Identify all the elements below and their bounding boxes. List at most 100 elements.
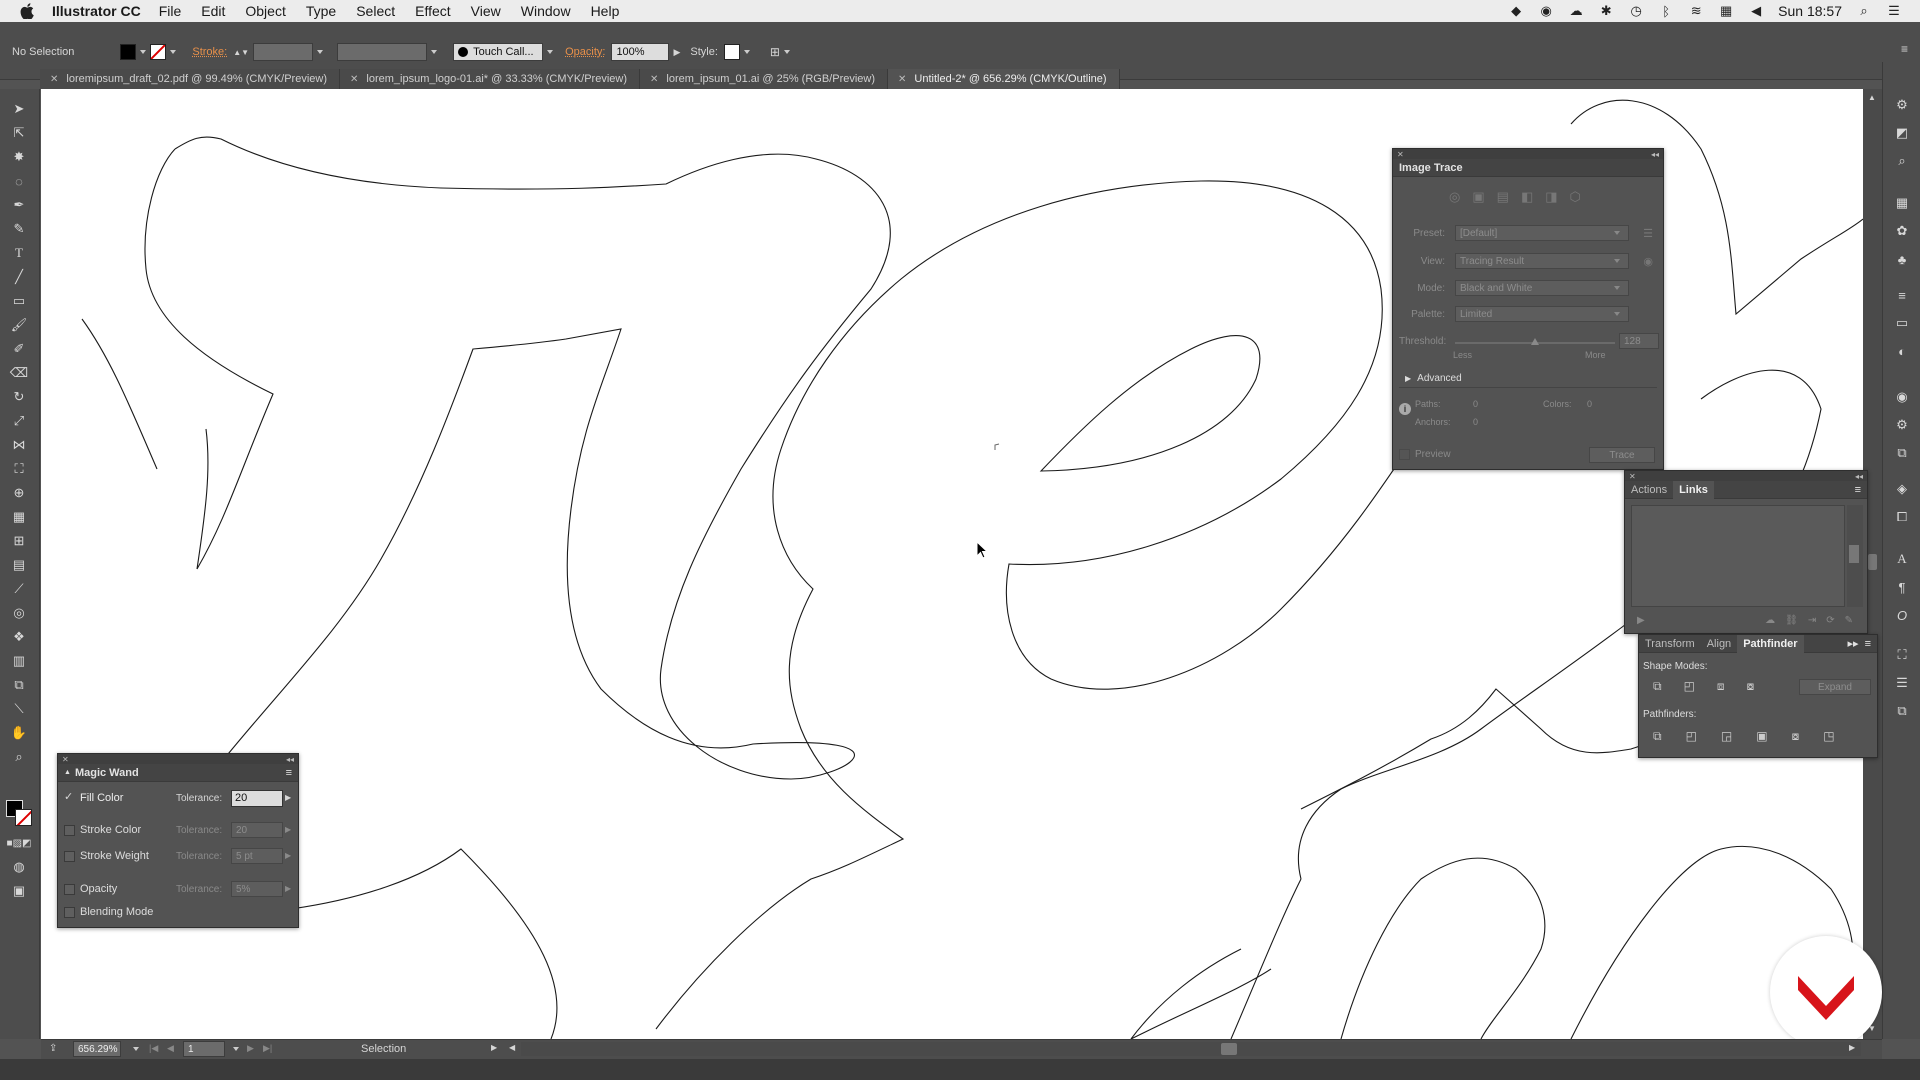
control-bar-menu-icon[interactable]: ≡ — [1901, 42, 1908, 56]
opacity-label[interactable]: Opacity: — [565, 46, 605, 58]
artboard-tool-icon[interactable]: ⧉ — [8, 675, 30, 695]
tab-actions[interactable]: Actions — [1625, 481, 1673, 499]
align-panel-icon[interactable]: ☰ — [1892, 674, 1912, 692]
opentype-panel-icon[interactable]: O — [1892, 606, 1912, 624]
curvature-tool-icon[interactable]: ✎ — [8, 219, 30, 239]
menu-view[interactable]: View — [471, 3, 501, 19]
fill-color-checkbox[interactable]: ✓ — [64, 790, 73, 803]
threshold-value[interactable]: 128 — [1619, 333, 1659, 349]
image-trace-panel-icon[interactable]: ◉ — [1892, 388, 1912, 406]
opacity-field[interactable]: 100% — [611, 43, 670, 61]
panel-titlebar[interactable]: ✕ ◂◂ — [58, 754, 298, 764]
preset-select[interactable]: [Default] — [1455, 225, 1629, 241]
flag-icon[interactable]: ▦ — [1718, 3, 1734, 18]
close-icon[interactable]: ✕ — [650, 74, 658, 85]
volume-icon[interactable]: ◀ — [1748, 3, 1764, 18]
stroke-dropdown-icon[interactable] — [170, 50, 177, 54]
stroke-panel-icon[interactable]: ≡ — [1892, 286, 1912, 304]
links-scrollbar[interactable] — [1847, 505, 1863, 607]
menu-type[interactable]: Type — [306, 3, 336, 19]
tab-doc-4[interactable]: ✕ Untitled-2* @ 656.29% (CMYK/Outline) — [888, 69, 1120, 89]
opacity-checkbox[interactable] — [64, 884, 75, 895]
artboard-nav-first-icon[interactable]: |◀ — [149, 1043, 158, 1054]
notification-center-icon[interactable]: ☰ — [1886, 3, 1902, 18]
tab-align[interactable]: Align — [1701, 635, 1737, 653]
pen-tool-icon[interactable]: ✒ — [8, 195, 30, 215]
high-color-icon[interactable]: ▣ — [1472, 189, 1484, 205]
current-tool-status[interactable]: Selection — [361, 1043, 406, 1055]
menu-effect[interactable]: Effect — [415, 3, 451, 19]
minus-front-icon[interactable]: ◰ — [1684, 679, 1695, 694]
panel-menu-icon[interactable]: ≡ — [286, 767, 292, 779]
black-white-icon[interactable]: ◨ — [1545, 189, 1557, 205]
appearance-icon[interactable]: ♣ — [1892, 250, 1912, 268]
relink-cc-icon[interactable]: ☁ — [1765, 615, 1775, 626]
menubar-clock[interactable]: Sun 18:57 — [1778, 3, 1842, 19]
outline-icon[interactable]: ⬡ — [1570, 189, 1581, 205]
hscroll-right-icon[interactable]: ▶ — [1849, 1043, 1855, 1052]
trace-button[interactable]: Trace — [1589, 447, 1655, 463]
hand-tool-icon[interactable]: ✋ — [8, 723, 30, 743]
stroke-swatch[interactable] — [150, 44, 167, 60]
apple-icon[interactable] — [20, 3, 34, 19]
artboard-dropdown-icon[interactable] — [233, 1047, 239, 1051]
advanced-toggle[interactable]: ▶ Advanced — [1405, 373, 1462, 384]
blending-mode-checkbox[interactable] — [64, 907, 75, 918]
mesh-tool-icon[interactable]: ⊞ — [8, 531, 30, 551]
eraser-tool-icon[interactable]: ⌫ — [8, 363, 30, 383]
rectangle-tool-icon[interactable]: ▭ — [8, 291, 30, 311]
symbol-sprayer-tool-icon[interactable]: ❖ — [8, 627, 30, 647]
artboard-nav-last-icon[interactable]: ▶| — [263, 1043, 272, 1054]
slice-tool-icon[interactable]: ⟍ — [8, 699, 30, 719]
low-color-icon[interactable]: ▤ — [1497, 189, 1509, 205]
zoom-tool-icon[interactable]: ⌕ — [8, 747, 30, 767]
menu-file[interactable]: File — [159, 3, 182, 19]
grayscale-icon[interactable]: ◧ — [1521, 189, 1533, 205]
tab-links[interactable]: Links — [1673, 480, 1714, 499]
tab-doc-3[interactable]: ✕ lorem_ipsum_01.ai @ 25% (RGB/Preview) — [640, 69, 889, 89]
preview-checkbox[interactable]: Preview — [1399, 449, 1451, 460]
close-icon[interactable]: ✕ — [1397, 150, 1404, 159]
show-link-info-icon[interactable]: ▶ — [1637, 615, 1645, 626]
zoom-field[interactable]: 656.29% — [73, 1041, 121, 1057]
time-machine-icon[interactable]: ◷ — [1628, 3, 1644, 18]
scale-tool-icon[interactable]: ⤢ — [8, 411, 30, 431]
pathfinder-panel-icon[interactable]: ⧉ — [1892, 702, 1912, 720]
spotlight-search-icon[interactable]: ⌕ — [1856, 3, 1872, 18]
expand-panel-icon[interactable]: ▸▸ — [1848, 637, 1859, 650]
fill-swatch[interactable] — [120, 44, 137, 60]
gradient-tool-icon[interactable]: ▤ — [8, 555, 30, 575]
panel-titlebar[interactable]: ✕ ◂◂ — [1625, 471, 1867, 481]
stroke-tolerance-arrow-icon[interactable]: ▶ — [285, 825, 291, 834]
rotate-tool-icon[interactable]: ↻ — [8, 387, 30, 407]
close-icon[interactable]: ✕ — [50, 74, 58, 85]
fill-stroke-widget[interactable] — [6, 800, 34, 828]
status-menu-arrow-icon[interactable]: ▶ — [491, 1043, 497, 1052]
palette-select[interactable]: Limited — [1455, 306, 1629, 322]
symbols-icon[interactable]: ▦ — [1892, 194, 1912, 212]
threshold-slider-thumb[interactable] — [1531, 338, 1539, 345]
brush-definition[interactable]: Touch Call... — [453, 43, 544, 61]
trim-icon[interactable]: ◰ — [1686, 729, 1697, 744]
menu-object[interactable]: Object — [245, 3, 285, 19]
artboard-nav-next-icon[interactable]: ▶ — [247, 1043, 254, 1054]
horizontal-scrollbar[interactable] — [521, 1042, 1861, 1056]
stroke-color-tolerance-input[interactable]: 20 — [231, 822, 283, 838]
close-icon[interactable]: ✕ — [62, 755, 69, 764]
tab-transform[interactable]: Transform — [1639, 635, 1701, 653]
view-select[interactable]: Tracing Result — [1455, 253, 1629, 269]
artboard-number-field[interactable]: 1 — [183, 1041, 225, 1057]
stroke-color-box[interactable] — [15, 809, 32, 826]
color-mode-icons[interactable]: ■▨◩ — [7, 833, 32, 853]
collapse-icon[interactable]: ◂◂ — [1855, 472, 1863, 481]
exclude-icon[interactable]: ⧇ — [1747, 679, 1755, 694]
direct-selection-tool-icon[interactable]: ⇱ — [8, 123, 30, 143]
eye-icon[interactable]: ◉ — [1643, 255, 1653, 268]
doc-setup-dropdown-icon[interactable] — [783, 50, 790, 54]
edit-original-icon[interactable]: ✎ — [1845, 615, 1853, 626]
divide-icon[interactable]: ⧉ — [1653, 729, 1662, 744]
brushes-icon[interactable]: ⌕ — [1892, 152, 1912, 170]
document-setup-icon[interactable]: ⊞ — [770, 45, 780, 59]
settings-icon[interactable]: ✱ — [1598, 3, 1614, 18]
style-swatch[interactable] — [723, 44, 740, 60]
